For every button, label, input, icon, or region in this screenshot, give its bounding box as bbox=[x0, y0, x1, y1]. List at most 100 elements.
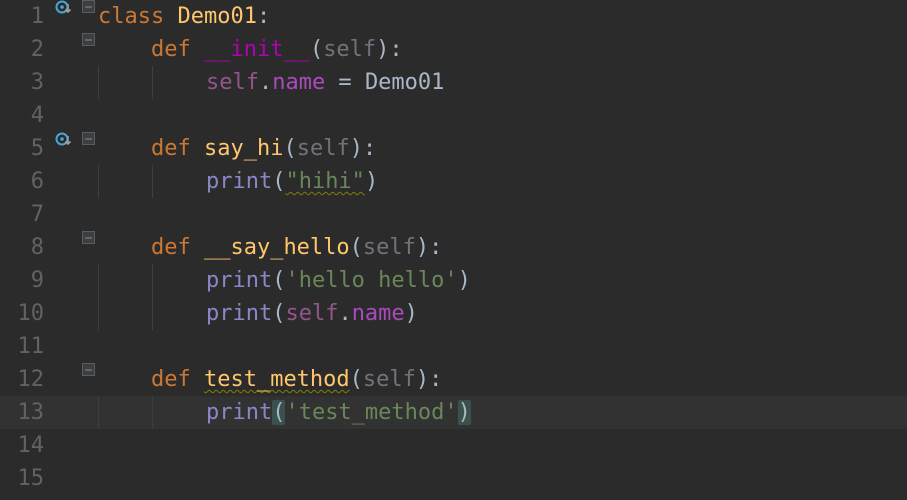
code-line[interactable]: 11 bbox=[0, 330, 907, 363]
indent bbox=[98, 37, 151, 62]
line-number: 5 bbox=[0, 132, 50, 165]
indent bbox=[98, 165, 152, 198]
punct-rparen: ) bbox=[376, 37, 389, 62]
param-self: self bbox=[363, 367, 416, 392]
line-number: 9 bbox=[0, 264, 50, 297]
code-line[interactable]: 15 bbox=[0, 462, 907, 495]
punct-dot: . bbox=[338, 301, 351, 326]
code-line[interactable]: 8 def __say_hello(self): bbox=[0, 231, 907, 264]
code-line[interactable]: 14 bbox=[0, 429, 907, 462]
line-number: 13 bbox=[0, 396, 50, 429]
punct-lparen: ( bbox=[272, 268, 285, 293]
code-line[interactable]: 5 def say_hi(self): bbox=[0, 132, 907, 165]
override-gutter-icon[interactable] bbox=[50, 0, 78, 18]
punct-lparen: ( bbox=[272, 400, 285, 425]
code-line[interactable]: 10 print(self.name) bbox=[0, 297, 907, 330]
fold-toggle[interactable] bbox=[78, 231, 98, 244]
code-line-current[interactable]: 13 print('test_method') bbox=[0, 396, 907, 429]
indent bbox=[98, 297, 152, 330]
param-self: self bbox=[297, 136, 350, 161]
punct-colon: : bbox=[429, 367, 442, 392]
punct-rparen: ) bbox=[405, 301, 418, 326]
method-name: __init__ bbox=[204, 37, 310, 62]
punct-rparen: ) bbox=[458, 400, 471, 425]
param-self: self bbox=[363, 235, 416, 260]
keyword-def: def bbox=[151, 37, 204, 62]
code-line[interactable]: 4 bbox=[0, 99, 907, 132]
override-icon bbox=[55, 0, 73, 18]
string-literal: 'test_method' bbox=[285, 400, 457, 425]
fold-toggle[interactable] bbox=[78, 363, 98, 376]
punct-lparen: ( bbox=[310, 37, 323, 62]
line-number: 12 bbox=[0, 363, 50, 396]
method-name: say_hi bbox=[204, 136, 283, 161]
code-content[interactable]: print("hihi") bbox=[98, 165, 378, 198]
code-content[interactable]: def __init__(self): bbox=[98, 33, 403, 66]
self-ref: self bbox=[285, 301, 338, 326]
line-number: 6 bbox=[0, 165, 50, 198]
line-number: 11 bbox=[0, 330, 50, 363]
operator-assign: = bbox=[325, 70, 365, 95]
code-content[interactable]: def __say_hello(self): bbox=[98, 231, 442, 264]
punct-rparen: ) bbox=[365, 169, 378, 194]
line-number: 14 bbox=[0, 429, 50, 462]
code-line[interactable]: 3 self.name = Demo01 bbox=[0, 66, 907, 99]
indent bbox=[152, 396, 206, 429]
keyword-def: def bbox=[151, 136, 204, 161]
code-content[interactable]: print('test_method') bbox=[98, 396, 471, 429]
indent bbox=[98, 396, 152, 429]
punct-colon: : bbox=[363, 136, 376, 161]
method-name: __say_hello bbox=[204, 235, 350, 260]
string-literal: "hihi" bbox=[285, 169, 364, 194]
code-content[interactable]: class Demo01: bbox=[98, 0, 270, 33]
code-content[interactable]: print(self.name) bbox=[98, 297, 418, 330]
line-number: 7 bbox=[0, 198, 50, 231]
line-number: 3 bbox=[0, 66, 50, 99]
line-number: 10 bbox=[0, 297, 50, 330]
code-content[interactable]: self.name = Demo01 bbox=[98, 66, 444, 99]
code-line[interactable]: 6 print("hihi") bbox=[0, 165, 907, 198]
code-editor[interactable]: 1 class Demo01: 2 def __init__(self): 3 … bbox=[0, 0, 907, 500]
punct-rparen: ) bbox=[350, 136, 363, 161]
indent bbox=[98, 264, 152, 297]
punct-colon: : bbox=[257, 4, 270, 29]
line-number: 2 bbox=[0, 33, 50, 66]
self-ref: self bbox=[206, 70, 259, 95]
builtin-print: print bbox=[206, 301, 272, 326]
method-name: test_method bbox=[204, 367, 350, 392]
punct-lparen: ( bbox=[350, 367, 363, 392]
indent bbox=[152, 264, 206, 297]
indent bbox=[98, 66, 152, 99]
keyword-class: class bbox=[98, 4, 177, 29]
builtin-print: print bbox=[206, 169, 272, 194]
code-line[interactable]: 2 def __init__(self): bbox=[0, 33, 907, 66]
override-gutter-icon[interactable] bbox=[50, 132, 78, 150]
punct-colon: : bbox=[389, 37, 402, 62]
code-content[interactable]: def say_hi(self): bbox=[98, 132, 376, 165]
string-literal: 'hello hello' bbox=[285, 268, 457, 293]
fold-toggle[interactable] bbox=[78, 132, 98, 145]
code-line[interactable]: 12 def test_method(self): bbox=[0, 363, 907, 396]
param-self: self bbox=[323, 37, 376, 62]
indent bbox=[152, 66, 206, 99]
builtin-print: print bbox=[206, 400, 272, 425]
indent bbox=[98, 136, 151, 161]
indent bbox=[98, 235, 151, 260]
override-icon bbox=[55, 132, 73, 150]
line-number: 15 bbox=[0, 462, 50, 495]
code-content[interactable]: print('hello hello') bbox=[98, 264, 471, 297]
builtin-print: print bbox=[206, 268, 272, 293]
code-line[interactable]: 9 print('hello hello') bbox=[0, 264, 907, 297]
code-content[interactable]: def test_method(self): bbox=[98, 363, 442, 396]
code-line[interactable]: 7 bbox=[0, 198, 907, 231]
keyword-def: def bbox=[151, 367, 204, 392]
punct-rparen: ) bbox=[458, 268, 471, 293]
punct-colon: : bbox=[429, 235, 442, 260]
fold-toggle[interactable] bbox=[78, 0, 98, 13]
fold-toggle[interactable] bbox=[78, 33, 98, 46]
indent bbox=[152, 297, 206, 330]
punct-lparen: ( bbox=[272, 169, 285, 194]
code-line[interactable]: 1 class Demo01: bbox=[0, 0, 907, 33]
attribute: name bbox=[352, 301, 405, 326]
punct-lparen: ( bbox=[350, 235, 363, 260]
